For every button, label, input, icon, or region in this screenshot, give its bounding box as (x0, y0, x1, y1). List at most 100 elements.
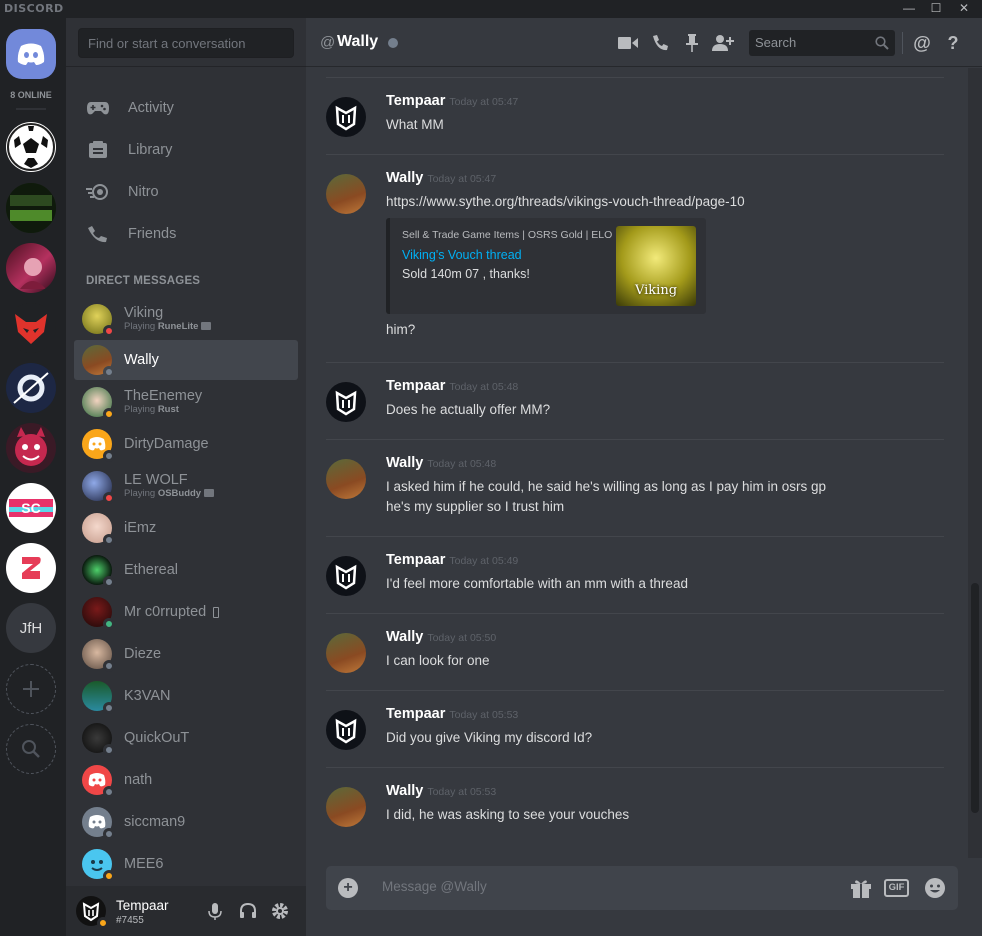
gift-icon[interactable] (850, 878, 872, 903)
maximize-button[interactable]: ☐ (922, 0, 950, 18)
avatar[interactable] (326, 174, 366, 214)
scrollbar-track[interactable] (968, 68, 982, 858)
gear-icon[interactable] (271, 902, 289, 925)
avatar[interactable] (326, 382, 366, 422)
help-icon[interactable]: ? (942, 32, 964, 54)
direct-messages-header: DIRECT MESSAGES (86, 275, 201, 287)
ring-logo-icon (6, 363, 56, 413)
guild-rude-gold[interactable] (6, 183, 56, 233)
avatar[interactable] (326, 459, 366, 499)
voice-call-icon[interactable] (649, 32, 671, 54)
dm-item-dirtydamage[interactable]: DirtyDamage (74, 424, 298, 464)
pin-icon[interactable] (681, 32, 703, 54)
message-timestamp: Today at 05:47 (427, 173, 497, 185)
dm-item-nath[interactable]: nath (74, 760, 298, 800)
message-divider (326, 77, 944, 78)
search-input[interactable]: Search (749, 30, 895, 56)
message-list: Tempaar Today at 05:47 What MM Wally Today… (306, 68, 968, 858)
dm-item-theenemey[interactable]: TheEnemey Playing Rust (74, 382, 298, 422)
message-text: What MM (386, 117, 444, 132)
nav-friends[interactable]: Friends (74, 214, 298, 254)
status-offline-indicator (103, 534, 115, 546)
home-button[interactable] (6, 29, 56, 79)
server-discovery-button[interactable] (6, 724, 56, 774)
dm-item-viking[interactable]: Viking Playing RuneLite (74, 299, 298, 339)
embed-title[interactable]: Viking's Vouch thread (402, 248, 522, 262)
mentions-icon[interactable]: @ (911, 32, 933, 54)
message-author[interactable]: Wally Today at 05:53 (386, 783, 496, 799)
embed-thumbnail[interactable]: Viking (616, 226, 696, 306)
guild-ring[interactable] (6, 363, 56, 413)
chat-header: @ Wally Search @ ? (306, 18, 982, 67)
title-bar: DISCORD — ☐ ✕ (0, 0, 982, 18)
guild-devil[interactable] (6, 423, 56, 473)
scrollbar-thumb[interactable] (971, 583, 979, 813)
dm-item-ethereal[interactable]: Ethereal (74, 550, 298, 590)
avatar[interactable] (326, 556, 366, 596)
status-offline-indicator (388, 38, 398, 48)
nav-library[interactable]: Library (74, 130, 298, 170)
message-author[interactable]: Tempaar Today at 05:49 (386, 552, 518, 568)
dm-item-iemz[interactable]: iEmz (74, 508, 298, 548)
nav-nitro[interactable]: Nitro (74, 172, 298, 212)
guild-fox[interactable] (6, 303, 56, 353)
avatar[interactable] (326, 97, 366, 137)
dm-item-siccman9[interactable]: siccman9 (74, 802, 298, 842)
emoji-icon[interactable] (924, 877, 946, 904)
video-call-icon[interactable] (617, 32, 639, 54)
nitro-icon (78, 184, 118, 200)
avatar (82, 429, 115, 462)
guild-swirl[interactable] (6, 543, 56, 593)
nav-friends-label: Friends (128, 226, 177, 242)
nav-library-label: Library (128, 142, 173, 158)
find-conversation-input[interactable]: Find or start a conversation (78, 28, 294, 58)
guild-soccer[interactable] (6, 122, 56, 172)
message-composer[interactable]: + Message @Wally GIF (326, 866, 958, 910)
embed-provider: Sell & Trade Game Items | OSRS Gold | EL… (402, 229, 613, 241)
message-divider (326, 362, 944, 363)
nav-activity[interactable]: Activity (74, 88, 298, 128)
message-input[interactable]: Message @Wally (382, 879, 487, 894)
fox-logo-icon (15, 314, 47, 344)
message-timestamp: Today at 05:53 (449, 709, 519, 721)
guild-anime[interactable] (6, 243, 56, 293)
close-button[interactable]: ✕ (950, 0, 978, 18)
message-link[interactable]: https://www.sythe.org/threads/vikings-vo… (386, 192, 745, 212)
message-author[interactable]: Tempaar Today at 05:53 (386, 706, 518, 722)
dm-name: QuickOuT (124, 730, 190, 746)
avatar (82, 304, 115, 337)
guild-sc[interactable]: SC (6, 483, 56, 533)
status-dnd-indicator (103, 325, 115, 337)
guild-jfh[interactable]: JfH (6, 603, 56, 653)
user-tag: #7455 (116, 915, 144, 926)
gif-button[interactable]: GIF (884, 879, 909, 897)
message-author[interactable]: Tempaar Today at 05:48 (386, 378, 518, 394)
add-server-button[interactable] (6, 664, 56, 714)
message-text: Does he actually offer MM? (386, 402, 551, 417)
microphone-icon[interactable] (206, 902, 224, 925)
message-text: I did, he was asking to see your vouches (386, 807, 630, 822)
anime-avatar-icon (20, 258, 46, 289)
avatar[interactable] (76, 896, 109, 929)
dm-item-wally[interactable]: Wally (74, 340, 298, 380)
dm-name: Wally (124, 352, 159, 368)
upload-plus-icon[interactable]: + (338, 878, 358, 898)
dm-item-dieze[interactable]: Dieze (74, 634, 298, 674)
message-author[interactable]: Wally Today at 05:50 (386, 629, 496, 645)
dm-item-mr-c0rrupted[interactable]: Mr c0rrupted (74, 592, 298, 632)
message-author[interactable]: Wally Today at 05:47 (386, 170, 496, 186)
embed-description: Sold 140m 07 , thanks! (402, 267, 530, 281)
headphones-icon[interactable] (239, 902, 257, 925)
avatar[interactable] (326, 710, 366, 750)
dm-item-quickout[interactable]: QuickOuT (74, 718, 298, 758)
status-offline-indicator (103, 576, 115, 588)
minimize-button[interactable]: — (895, 0, 923, 18)
dm-item-le-wolf[interactable]: LE WOLF Playing OSBuddy (74, 466, 298, 506)
dm-item-mee6[interactable]: MEE6 (74, 844, 298, 884)
avatar[interactable] (326, 787, 366, 827)
avatar[interactable] (326, 633, 366, 673)
message-author[interactable]: Tempaar Today at 05:47 (386, 93, 518, 109)
add-friend-icon[interactable] (712, 32, 734, 54)
message-author[interactable]: Wally Today at 05:48 (386, 455, 496, 471)
dm-item-k3van[interactable]: K3VAN (74, 676, 298, 716)
